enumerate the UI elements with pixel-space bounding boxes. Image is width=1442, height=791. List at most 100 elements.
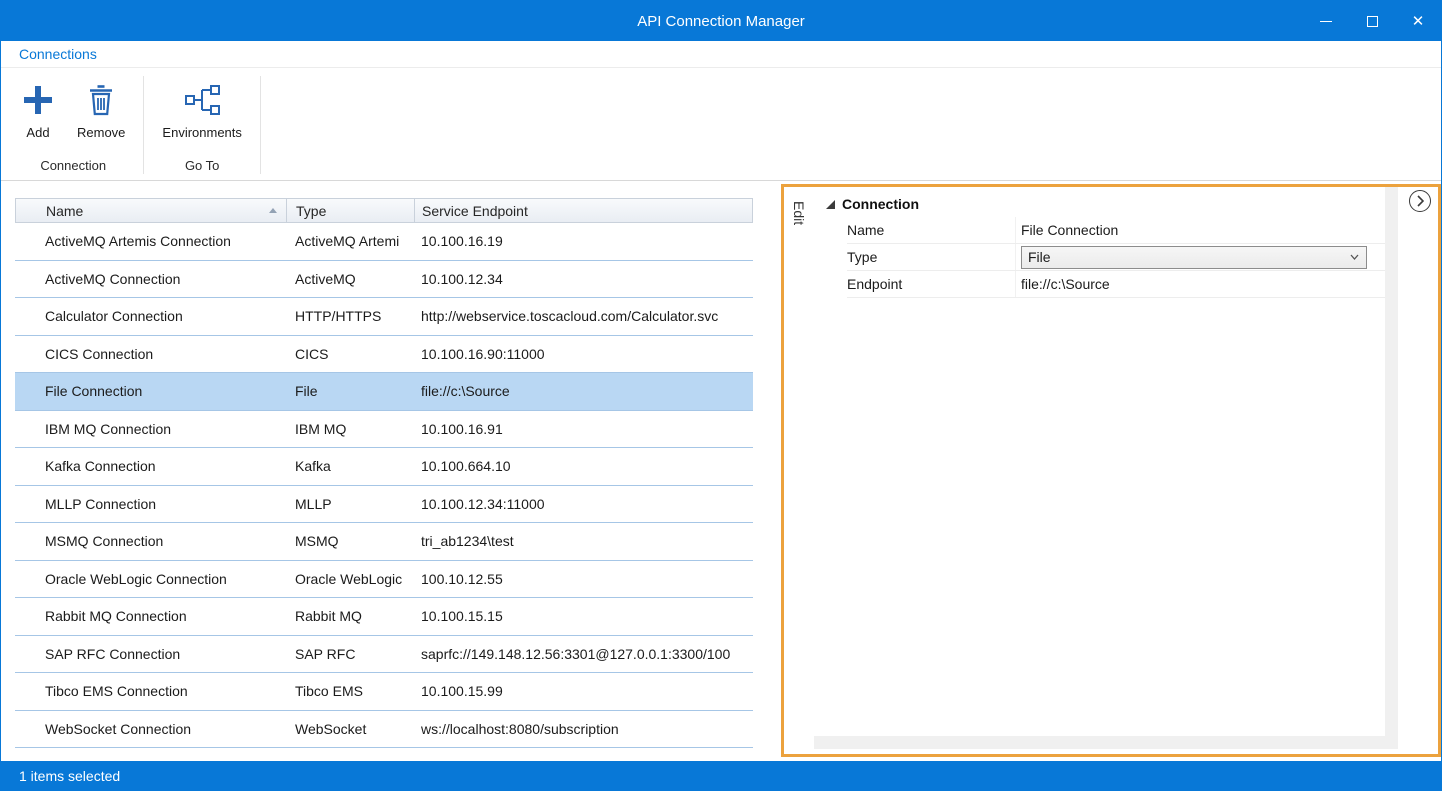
edit-tab[interactable]: Edit [791,201,807,225]
cell-type: Rabbit MQ [286,608,414,624]
remove-button-label: Remove [77,125,125,140]
window-title: API Connection Manager [637,13,805,30]
add-button-label: Add [26,125,49,140]
cell-type: ActiveMQ [286,271,414,287]
property-row-endpoint: Endpoint file://c:\Source [847,271,1385,298]
type-dropdown[interactable]: File [1021,246,1367,269]
ribbon-group-connection: Add Remove [11,68,135,180]
remove-button[interactable]: Remove [67,76,135,140]
table-row[interactable]: SAP RFC Connection SAP RFC saprfc://149.… [15,636,753,674]
cell-endpoint: 10.100.16.91 [414,421,753,437]
cell-endpoint: saprfc://149.148.12.56:3301@127.0.0.1:33… [414,646,753,662]
cell-endpoint: ws://localhost:8080/subscription [414,721,753,737]
horizontal-scrollbar[interactable] [814,736,1398,749]
name-field[interactable]: File Connection [1015,217,1385,243]
panel-right-rail [1398,187,1438,754]
cell-type: Oracle WebLogic [286,571,414,587]
column-header-label: Name [46,203,83,219]
type-dropdown-value: File [1028,249,1051,265]
sort-ascending-icon [269,208,277,213]
table-row[interactable]: MSMQ Connection MSMQ tri_ab1234\test [15,523,753,561]
column-header-type[interactable]: Type [287,199,415,222]
titlebar: API Connection Manager ✕ [1,1,1441,41]
property-row-name: Name File Connection [847,217,1385,244]
column-header-name[interactable]: Name [16,199,287,222]
table-row[interactable]: Tibco EMS Connection Tibco EMS 10.100.15… [15,673,753,711]
cell-type: SAP RFC [286,646,414,662]
cell-endpoint: 10.100.16.90:11000 [414,346,753,362]
window-controls: ✕ [1303,1,1441,41]
table-row[interactable]: WebSocket Connection WebSocket ws://loca… [15,711,753,749]
add-button[interactable]: Add [11,76,65,140]
cell-endpoint: tri_ab1234\test [414,533,753,549]
cell-name: ActiveMQ Artemis Connection [15,233,286,249]
table-row[interactable]: ActiveMQ Connection ActiveMQ 10.100.12.3… [15,261,753,299]
cell-type: MLLP [286,496,414,512]
environments-button-label: Environments [162,125,241,140]
tab-connections[interactable]: Connections [19,46,97,62]
close-button[interactable]: ✕ [1395,1,1441,41]
table-row[interactable]: IBM MQ Connection IBM MQ 10.100.16.91 [15,411,753,449]
network-nodes-icon [184,80,220,120]
cell-type: MSMQ [286,533,414,549]
trash-icon [87,80,115,120]
cell-type: Kafka [286,458,414,474]
cell-name: IBM MQ Connection [15,421,286,437]
cell-name: MLLP Connection [15,496,286,512]
cell-endpoint: 10.100.12.34:11000 [414,496,753,512]
cell-type: Tibco EMS [286,683,414,699]
table-row[interactable]: Rabbit MQ Connection Rabbit MQ 10.100.15… [15,598,753,636]
table-row[interactable]: Calculator Connection HTTP/HTTPS http://… [15,298,753,336]
property-row-type: Type File [847,244,1385,271]
status-bar: 1 items selected [1,761,1441,790]
table-row[interactable]: Kafka Connection Kafka 10.100.664.10 [15,448,753,486]
column-header-endpoint[interactable]: Service Endpoint [415,199,754,222]
status-text: 1 items selected [19,768,120,784]
table-row[interactable]: MLLP Connection MLLP 10.100.12.34:11000 [15,486,753,524]
edit-flyout-panel: Edit Connection Name File Connection [781,184,1441,757]
cell-name: WebSocket Connection [15,721,286,737]
ribbon: Add Remove [1,68,1441,181]
cell-type: IBM MQ [286,421,414,437]
table-row[interactable]: File Connection File file://c:\Source [15,373,753,411]
cell-endpoint: 100.10.12.55 [414,571,753,587]
main-area: Name Type Service Endpoint ActiveMQ Arte… [1,181,1441,761]
cell-type: File [286,383,414,399]
property-grid-area: Connection Name File Connection Type [814,187,1398,754]
cell-name: SAP RFC Connection [15,646,286,662]
table-row[interactable]: Oracle WebLogic Connection Oracle WebLog… [15,561,753,599]
expander-expanded-icon [826,200,835,209]
minimize-icon [1320,21,1332,22]
cell-name: ActiveMQ Connection [15,271,286,287]
cell-name: CICS Connection [15,346,286,362]
table-row[interactable]: CICS Connection CICS 10.100.16.90:11000 [15,336,753,374]
endpoint-field[interactable]: file://c:\Source [1015,271,1385,297]
cell-name: Oracle WebLogic Connection [15,571,286,587]
ribbon-group-label-goto: Go To [152,156,251,180]
table-header: Name Type Service Endpoint [15,198,753,223]
column-header-label: Type [296,203,326,219]
cell-name: File Connection [15,383,286,399]
cell-name: Tibco EMS Connection [15,683,286,699]
cell-type: WebSocket [286,721,414,737]
chevron-right-icon [1416,195,1424,207]
vertical-scrollbar[interactable] [1385,187,1398,736]
maximize-button[interactable] [1349,1,1395,41]
ribbon-separator [260,76,261,174]
property-label: Endpoint [847,276,1015,292]
cell-endpoint: file://c:\Source [414,383,753,399]
minimize-button[interactable] [1303,1,1349,41]
environments-button[interactable]: Environments [152,76,251,140]
ribbon-separator [143,76,144,174]
cell-name: Rabbit MQ Connection [15,608,286,624]
chevron-down-icon [1350,254,1359,260]
cell-endpoint: 10.100.15.15 [414,608,753,624]
connections-table: Name Type Service Endpoint ActiveMQ Arte… [15,198,753,748]
table-row[interactable]: ActiveMQ Artemis Connection ActiveMQ Art… [15,223,753,261]
ribbon-group-goto: Environments Go To [152,68,251,180]
cell-type: ActiveMQ Artemi [286,233,414,249]
collapse-panel-button[interactable] [1409,190,1431,212]
cell-name: Kafka Connection [15,458,286,474]
type-field-cell: File [1015,244,1385,270]
section-header-connection[interactable]: Connection [814,191,1398,217]
